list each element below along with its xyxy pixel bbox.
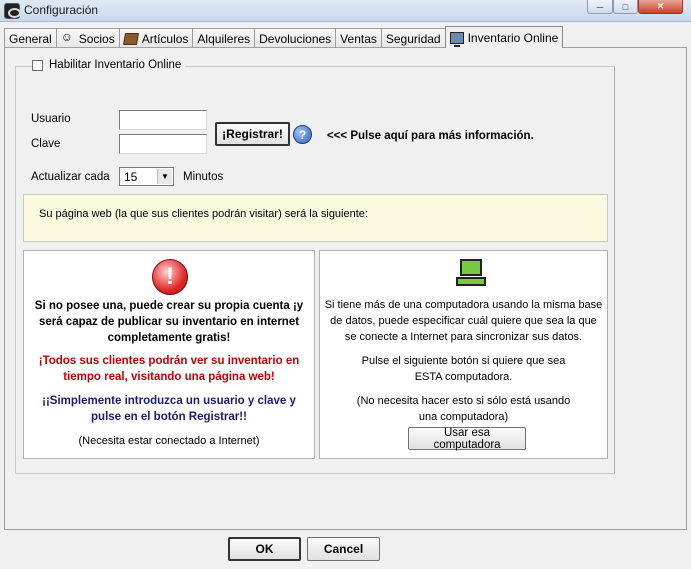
use-this-computer-button[interactable]: Usar esa computadora [408, 427, 526, 451]
web-page-text: Su página web (la que sus clientes podrá… [39, 208, 368, 220]
tab-label: Artículos [141, 31, 189, 46]
chevron-down-icon[interactable]: ▼ [157, 169, 172, 184]
registrar-button[interactable]: ¡Registrar! [215, 122, 290, 146]
computer-paragraph-1: Si tiene más de una computadora usando l… [324, 299, 603, 343]
computer-icon [456, 259, 486, 287]
actualizar-label: Actualizar cada [31, 171, 110, 183]
tab-seguridad[interactable]: Seguridad [380, 28, 445, 48]
tab-devoluciones[interactable]: Devoluciones [254, 28, 336, 48]
enable-online-checkbox[interactable] [32, 59, 43, 71]
tab-label: Inventario Online [467, 30, 559, 45]
tab-articulos[interactable]: Artículos [118, 28, 193, 48]
tab-label: Alquileres [197, 31, 251, 46]
tab-label: Devoluciones [259, 31, 332, 46]
tab-strip: General Socios Artículos Alquileres Devo… [4, 26, 564, 48]
help-icon[interactable]: ? [293, 125, 312, 144]
clave-input[interactable] [119, 134, 207, 154]
window-title: Configuración [24, 3, 99, 17]
enable-online-row[interactable]: Habilitar Inventario Online [32, 59, 186, 71]
more-info-text: <<< Pulse aquí para más información. [327, 130, 534, 142]
tab-alquileres[interactable]: Alquileres [192, 28, 255, 48]
web-page-box: Su página web (la que sus clientes podrá… [23, 194, 608, 242]
tab-label: General [9, 31, 52, 46]
register-info-panel: ! Si no posee una, puede crear su propia… [23, 250, 315, 459]
computer-info-panel: Si tiene más de una computadora usando l… [319, 250, 608, 459]
cancel-button[interactable]: Cancel [307, 537, 380, 561]
maximize-button[interactable]: □ [613, 0, 638, 14]
info-paragraph-4: (Necesita estar conectado a Internet) [78, 435, 260, 447]
tab-ventas[interactable]: Ventas [335, 28, 381, 48]
minutos-label: Minutos [183, 171, 224, 183]
tab-inventario-online[interactable]: Inventario Online [444, 26, 564, 48]
exclamation-icon: ! [152, 259, 188, 295]
minimize-button[interactable]: ─ [587, 0, 613, 14]
interval-value: 15 [124, 170, 138, 184]
tab-label: Ventas [340, 31, 377, 46]
usuario-label: Usuario [31, 113, 71, 125]
usuario-input[interactable] [119, 110, 207, 130]
info-paragraph-1: Si no posee una, puede crear su propia c… [34, 300, 304, 344]
computer-paragraph-2: Pulse el siguiente botón si quiere que s… [361, 355, 566, 383]
book-icon [122, 32, 139, 45]
app-logo-icon [4, 3, 21, 19]
user-icon [61, 30, 75, 45]
ok-button[interactable]: OK [228, 537, 301, 561]
tab-socios[interactable]: Socios [55, 28, 119, 48]
info-paragraph-3: ¡¡Simplemente introduzca un usuario y cl… [42, 395, 296, 423]
title-bar: Configuración ─ □ ✕ [0, 0, 691, 22]
close-button[interactable]: ✕ [638, 0, 683, 14]
monitor-icon [449, 31, 464, 47]
tab-general[interactable]: General [4, 28, 56, 48]
computer-paragraph-3: (No necesita hacer esto si sólo está usa… [356, 395, 571, 423]
enable-online-label: Habilitar Inventario Online [49, 59, 182, 71]
clave-label: Clave [31, 138, 61, 150]
interval-select[interactable]: 15 ▼ [119, 167, 174, 186]
info-paragraph-2: ¡Todos sus clientes podrán ver su invent… [38, 355, 300, 383]
tab-label: Socios [78, 31, 115, 46]
tab-label: Seguridad [385, 31, 441, 46]
